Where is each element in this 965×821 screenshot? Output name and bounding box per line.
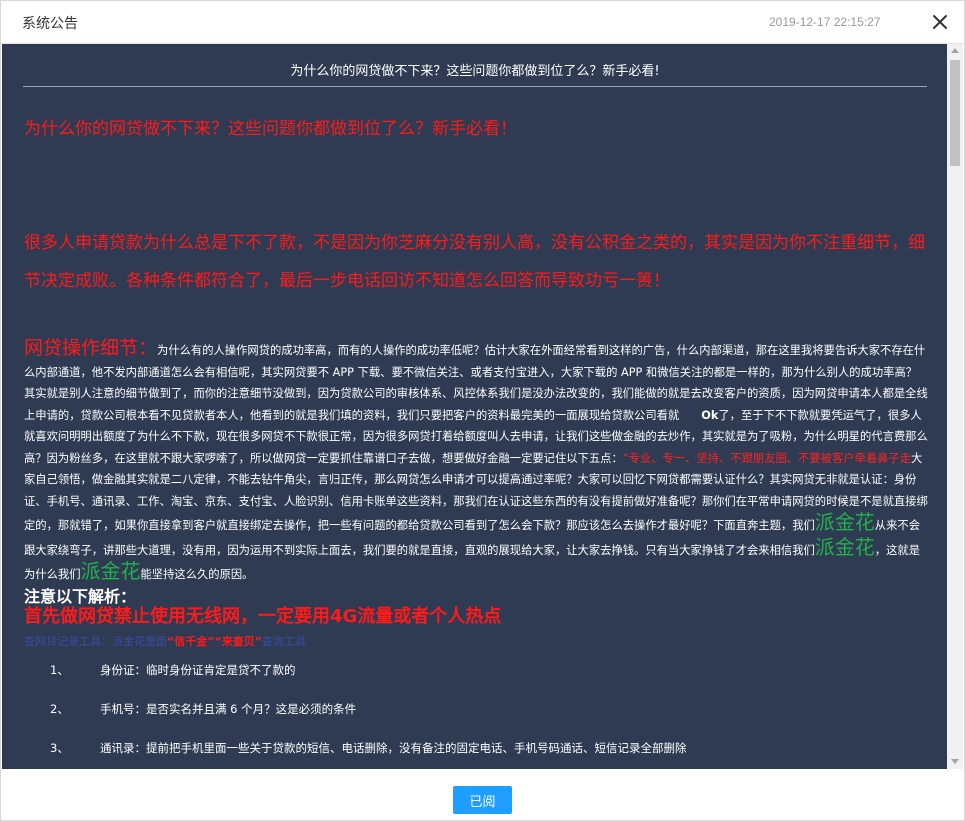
confirm-read-button[interactable]: 已阅: [453, 786, 512, 814]
scroll-down-arrow-icon[interactable]: [951, 759, 959, 764]
notice-body: 为什么你的网贷做不下来？这些问题你都做到位了么？新手必看! 为什么你的网贷做不下…: [2, 44, 946, 769]
dialog-footer: 已阅: [1, 770, 964, 820]
notice-header-title: 为什么你的网贷做不下来？这些问题你都做到位了么？新手必看!: [290, 64, 660, 79]
tool-line-highlight: “信千金”“来查贝”: [167, 635, 262, 648]
list-item-number: 1、: [50, 663, 69, 677]
list-item-text: 手机号：是否实名并且满 6 个月？这是必须的条件: [100, 702, 357, 716]
header-divider: [23, 86, 927, 87]
article-ok: Ok: [701, 408, 719, 422]
dialog-content: 为什么你的网贷做不下来？这些问题你都做到位了么？新手必看! 为什么你的网贷做不下…: [2, 44, 963, 769]
notice-intro: 很多人申请贷款为什么总是下不了款，不是因为你芝麻分没有别人高，没有公积金之类的，…: [24, 233, 925, 291]
brand-name: 派金花: [814, 534, 875, 559]
tool-line: 查网贷记录工具：派金花里面“信千金”“来查贝”查询工具: [24, 633, 306, 649]
scrollbar-thumb[interactable]: [950, 60, 960, 166]
tool-line-prefix: 查网贷记录工具：派金花里面: [24, 635, 167, 648]
dialog-title: 系统公告: [22, 16, 78, 32]
list-item-number: 2、: [50, 702, 69, 716]
list-item-text: 通讯录：提前把手机里面一些关于贷款的短信、电话删除，没有备注的固定电话、手机号码…: [100, 741, 687, 755]
list-item-text: 身份证：临时身份证肯定是贷不了款的: [100, 663, 296, 677]
list-item-number: 3、: [50, 741, 69, 755]
article-lead: 网贷操作细节：: [24, 337, 158, 359]
dialog-titlebar: 系统公告 2019-12-17 22:15:27: [1, 1, 964, 44]
notice-headline: 为什么你的网贷做不下来？这些问题你都做到位了么？新手必看！: [24, 119, 517, 139]
brand-name: 派金花: [80, 559, 141, 583]
vertical-scrollbar[interactable]: [947, 44, 963, 769]
article-paragraph: 网贷操作细节：为什么有的人操作网贷的成功率高，而有的人操作的成功率低呢？估计大家…: [24, 337, 928, 586]
tool-line-suffix: 查询工具: [261, 635, 306, 648]
wifi-warning-heading: 首先做网贷禁止使用无线网，一定要用4G流量或者个人热点: [24, 606, 502, 627]
dialog-timestamp: 2019-12-17 22:15:27: [769, 15, 881, 29]
announcement-dialog: 系统公告 2019-12-17 22:15:27 为什么你的网贷做不下来？这些问…: [0, 0, 965, 821]
brand-name: 派金花: [814, 510, 875, 534]
article-red-inline: “专业、专一、坚持、不跟朋友圈、不要被客户牵着鼻子走: [622, 451, 912, 465]
scroll-up-arrow-icon[interactable]: [951, 48, 959, 53]
article-text-6: 能坚持这么久的原因。: [140, 568, 254, 581]
close-icon[interactable]: [930, 12, 950, 32]
